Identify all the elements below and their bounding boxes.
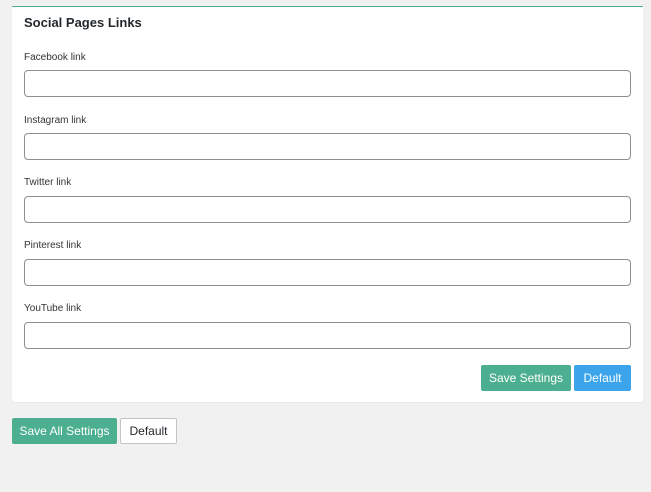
default-button[interactable]: Default <box>574 365 631 391</box>
twitter-link-label: Twitter link <box>24 177 72 188</box>
twitter-link-input[interactable] <box>24 196 631 223</box>
facebook-link-label: Facebook link <box>24 52 86 63</box>
instagram-link-label: Instagram link <box>24 115 87 126</box>
youtube-link-input[interactable] <box>24 322 631 349</box>
social-links-panel: Social Pages Links Facebook link Instagr… <box>12 6 643 402</box>
footer-default-button[interactable]: Default <box>120 418 177 444</box>
pinterest-link-input[interactable] <box>24 259 631 286</box>
save-all-settings-button[interactable]: Save All Settings <box>12 418 117 444</box>
panel-title: Social Pages Links <box>24 15 142 30</box>
youtube-link-label: YouTube link <box>24 303 82 314</box>
instagram-link-input[interactable] <box>24 133 631 160</box>
facebook-link-input[interactable] <box>24 70 631 97</box>
save-settings-button[interactable]: Save Settings <box>481 365 571 391</box>
pinterest-link-label: Pinterest link <box>24 240 82 251</box>
